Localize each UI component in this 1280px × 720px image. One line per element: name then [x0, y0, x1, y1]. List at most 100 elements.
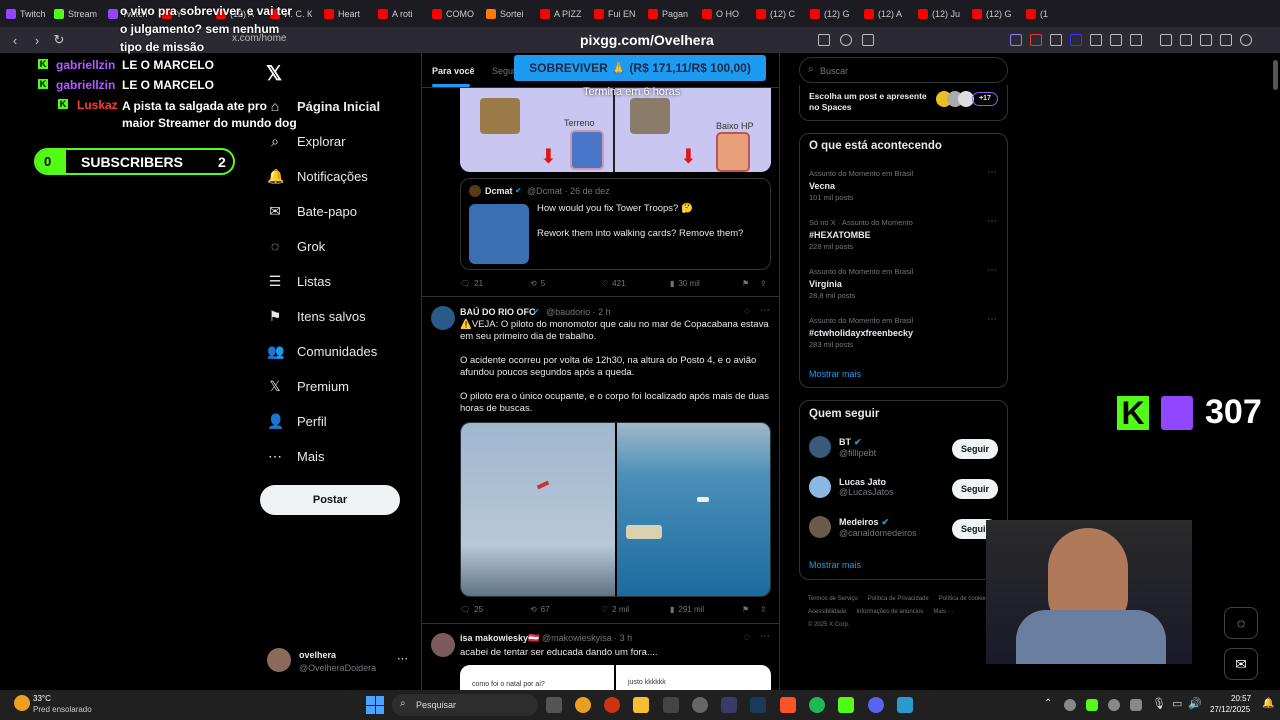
video-frame-sea[interactable]: [617, 423, 770, 596]
discord-icon[interactable]: [868, 697, 884, 713]
tray-icon[interactable]: [1108, 699, 1120, 711]
post-image-left[interactable]: como foi o natal por ai?: [460, 665, 614, 690]
opera-icon[interactable]: [604, 697, 620, 713]
sidebar-icon[interactable]: [1180, 34, 1192, 46]
messages-icon[interactable]: ✉: [1224, 648, 1258, 680]
sidebar-item-mais[interactable]: ⋯ Mais: [267, 448, 324, 465]
trend-item[interactable]: Assunto do Momento em Brasil Virgínia 28,8…: [809, 266, 913, 302]
tray-icon[interactable]: [1064, 699, 1076, 711]
chrome-icon[interactable]: [575, 697, 591, 713]
browser-tab[interactable]: (12) Ju: [912, 0, 966, 27]
follow-suggestion[interactable]: Lucas Jato @LucasJatos: [809, 476, 894, 498]
tray-icon[interactable]: [1086, 699, 1098, 711]
tab-for-you[interactable]: Para você: [432, 66, 475, 76]
extension-icon[interactable]: [1090, 34, 1102, 46]
x-logo-icon[interactable]: 𝕏: [266, 61, 282, 86]
browser-tab[interactable]: COMO: [426, 0, 480, 27]
brave-icon[interactable]: [780, 697, 796, 713]
puzzle-icon[interactable]: [1110, 34, 1122, 46]
bookmark-icon[interactable]: ⚑: [742, 605, 749, 614]
show-more-trends-link[interactable]: Mostrar mais: [809, 369, 861, 379]
browser-tab[interactable]: Heart: [318, 0, 372, 27]
reply-button[interactable]: 🗨 25: [460, 605, 483, 614]
quoted-post[interactable]: Dcmat ✔ @Dcmat · 26 de dez How would you…: [460, 178, 771, 270]
scrollbar[interactable]: [1273, 60, 1278, 90]
extension-icon[interactable]: [1010, 34, 1022, 46]
microphone-icon[interactable]: 🎙: [1152, 697, 1166, 710]
extension-icon[interactable]: [1050, 34, 1062, 46]
avatar[interactable]: [267, 648, 291, 672]
browser-tab[interactable]: (12) C: [750, 0, 804, 27]
wallet-icon[interactable]: [1200, 34, 1212, 46]
browser-tab[interactable]: A PIZZ: [534, 0, 588, 27]
post-image-right[interactable]: justo kkkkkk: [616, 665, 771, 690]
task-view-icon[interactable]: [546, 697, 562, 713]
footer-link[interactable]: © 2025 X Corp.: [808, 619, 849, 632]
post-author[interactable]: BAÚ DO RIO OFC: [460, 307, 536, 317]
browser-tab[interactable]: Stream: [48, 0, 102, 27]
browser-tab[interactable]: (12) G: [804, 0, 858, 27]
app-icon[interactable]: [663, 697, 679, 713]
sidebar-item-grok[interactable]: ◌ Grok: [267, 238, 325, 254]
folder-icon[interactable]: [633, 697, 649, 713]
sidebar-item-perfil[interactable]: 👤 Perfil: [267, 413, 327, 430]
extension-icon[interactable]: [1030, 34, 1042, 46]
tray-icon[interactable]: [1130, 699, 1142, 711]
vpn-icon[interactable]: [1220, 34, 1232, 46]
screen-icon[interactable]: [818, 34, 830, 46]
share-icon[interactable]: ⇪: [760, 605, 767, 614]
post-button[interactable]: Postar: [260, 485, 400, 515]
like-button[interactable]: ♡ 421: [601, 279, 626, 288]
avatar[interactable]: [431, 306, 455, 330]
spotify-icon[interactable]: [809, 697, 825, 713]
spaces-card[interactable]: Escolha um post e apresente no Spaces +1…: [799, 85, 1008, 121]
more-icon[interactable]: ⋯: [987, 167, 997, 178]
show-more-follow-link[interactable]: Mostrar mais: [809, 560, 861, 570]
follow-suggestion[interactable]: BT ✔ @fillipebt: [809, 436, 876, 458]
app-icon[interactable]: [721, 697, 737, 713]
follow-suggestion[interactable]: Medeiros ✔ @canaldomedeiros: [809, 516, 917, 538]
grok-icon[interactable]: ◌: [744, 632, 750, 643]
trend-item[interactable]: Só no X · Assunto do Momento #HEXATOMBE 22…: [809, 217, 913, 253]
footer-link[interactable]: Acessibilidade: [808, 606, 846, 619]
trend-item[interactable]: Assunto do Momento em Brasil Vecna 101 mil…: [809, 168, 913, 204]
browser-tab[interactable]: (12) G: [966, 0, 1020, 27]
music-icon[interactable]: [1160, 34, 1172, 46]
sidebar-item-premium[interactable]: 𝕏 Premium: [267, 378, 349, 395]
retweet-button[interactable]: ⟲ 67: [530, 605, 550, 614]
sidebar-item-bate-papo[interactable]: ✉ Bate-papo: [267, 203, 357, 220]
avatar[interactable]: [431, 633, 455, 657]
monitor-icon[interactable]: ▭: [1172, 697, 1182, 710]
account-more-icon[interactable]: ⋯: [397, 652, 408, 665]
reply-button[interactable]: 🗨 21: [460, 279, 483, 288]
sidebar-item-itens-salvos[interactable]: ⚑ Itens salvos: [267, 308, 366, 325]
sidebar-item-listas[interactable]: ☰ Listas: [267, 273, 331, 290]
more-icon[interactable]: ⋯: [987, 216, 997, 227]
obs-icon[interactable]: [692, 697, 708, 713]
browser-tab[interactable]: Fui EN: [588, 0, 642, 27]
sidebar-item-explorar[interactable]: ⌕ Explorar: [267, 133, 345, 150]
views-button[interactable]: ▮ 30 mil: [670, 279, 700, 288]
windows-start-icon[interactable]: [366, 696, 384, 714]
views-button[interactable]: ▮ 291 mil: [670, 605, 704, 614]
sidebar-item-comunidades[interactable]: 👥 Comunidades: [267, 343, 377, 360]
zoom-icon[interactable]: [840, 34, 852, 46]
browser-tab[interactable]: Sortei: [480, 0, 534, 27]
follow-button[interactable]: Seguir: [952, 479, 998, 499]
share-icon[interactable]: [862, 34, 874, 46]
more-icon[interactable]: ⋯: [760, 305, 770, 316]
chevron-up-icon[interactable]: ⌃: [1044, 698, 1052, 709]
reload-icon[interactable]: ↻: [48, 32, 70, 48]
more-icon[interactable]: ⋯: [760, 631, 770, 642]
volume-icon[interactable]: 🔊: [1188, 697, 1202, 710]
browser-tab[interactable]: (1: [1020, 0, 1074, 27]
notepad-icon[interactable]: [897, 697, 913, 713]
more-icon[interactable]: ⋯: [987, 265, 997, 276]
retweet-button[interactable]: ⟲ 5: [530, 279, 545, 288]
footer-link[interactable]: Mais ···: [933, 606, 953, 619]
footer-link[interactable]: Informações de anúncios: [856, 606, 923, 619]
browser-tab[interactable]: Twitch: [0, 0, 48, 27]
footer-link[interactable]: Termos de Serviço: [808, 593, 858, 606]
like-button[interactable]: ♡ 2 mil: [601, 605, 629, 614]
share-icon[interactable]: ⇪: [760, 279, 767, 288]
